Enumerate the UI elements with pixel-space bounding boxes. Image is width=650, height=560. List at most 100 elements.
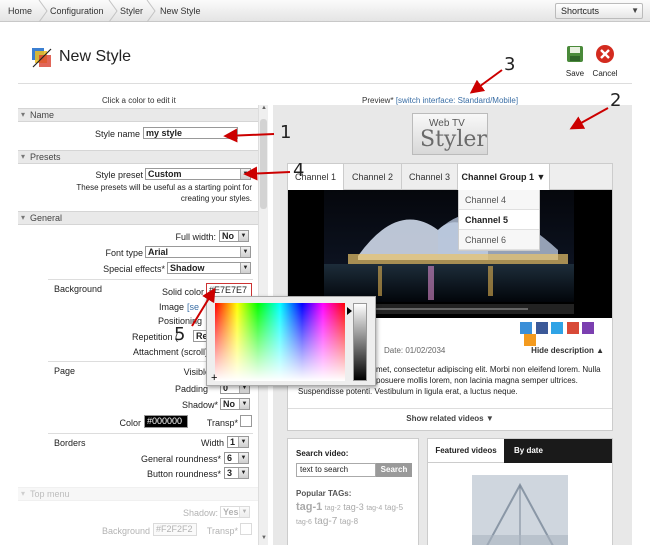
section-general-header[interactable]: General <box>18 211 258 225</box>
callout-number-3: 3 <box>504 54 516 75</box>
logo-big-text: Styler <box>420 127 487 152</box>
cancel-icon <box>596 45 614 63</box>
breadcrumb-bar: Home Configuration Styler New Style Shor… <box>0 0 650 22</box>
scrollbar-thumb[interactable] <box>260 119 267 209</box>
general-roundness-label: General roundness* <box>140 454 221 464</box>
solid-color-input[interactable]: #E7E7E7 <box>206 283 252 297</box>
page-padding-label: Padding <box>174 384 208 394</box>
dropdown-channel-6[interactable]: Channel 6 <box>459 230 539 250</box>
top-menu-transp-checkbox[interactable] <box>240 523 252 535</box>
tag-link[interactable]: tag-2 <box>325 505 341 512</box>
repetition-select[interactable]: Re <box>193 330 208 342</box>
scroll-down-icon[interactable]: ▼ <box>259 535 269 545</box>
page-color-label: Color <box>119 418 141 428</box>
scroll-up-icon[interactable]: ▲ <box>259 105 269 115</box>
color-picker-crosshair-icon[interactable]: + <box>211 373 217 384</box>
chevron-down-icon: ▼ <box>239 507 249 517</box>
breadcrumb-home[interactable]: Home <box>8 0 32 22</box>
page-header: New Style Save Cancel <box>18 38 632 84</box>
tag-link[interactable]: tag-8 <box>340 517 358 526</box>
font-type-label: Font type <box>105 248 143 258</box>
chevron-down-icon: ▼ <box>238 231 248 241</box>
image-select-link[interactable]: [se <box>187 302 199 312</box>
tag-link[interactable]: tag-4 <box>366 505 382 512</box>
tag-link[interactable]: tag-1 <box>296 501 322 513</box>
chevron-down-icon: ▼ <box>631 6 639 15</box>
email-share-icon[interactable] <box>520 322 532 334</box>
presets-help-line2: creating your styles. <box>180 194 252 203</box>
style-name-input[interactable]: my style <box>143 127 238 139</box>
search-video-input[interactable]: text to search <box>296 463 376 477</box>
cancel-button[interactable]: Cancel <box>591 44 619 78</box>
chevron-down-icon: ▼ <box>240 263 250 273</box>
font-type-select[interactable]: Arial ▼ <box>145 246 251 258</box>
rss-icon[interactable] <box>524 334 536 346</box>
twitter-share-icon[interactable] <box>551 322 564 334</box>
dropdown-channel-5[interactable]: Channel 5 <box>459 210 539 230</box>
search-video-button[interactable]: Search <box>376 463 412 477</box>
color-picker-popup[interactable]: + <box>206 296 376 386</box>
section-name-header[interactable]: Name <box>18 108 258 122</box>
breadcrumb-configuration[interactable]: Configuration <box>50 0 104 22</box>
top-menu-shadow-select[interactable]: Yes ▼ <box>220 506 250 518</box>
tab-featured-videos[interactable]: Featured videos <box>428 439 504 463</box>
page-shadow-select[interactable]: No ▼ <box>220 398 250 410</box>
tag-link[interactable]: tag-7 <box>314 516 337 527</box>
page-transp-checkbox[interactable] <box>240 415 252 427</box>
lightness-indicator-icon[interactable] <box>347 307 352 315</box>
top-menu-transp-label: Transp* <box>206 526 238 536</box>
tag-link[interactable]: tag-6 <box>296 519 312 526</box>
show-related-videos-button[interactable]: Show related videos ▼ <box>288 408 612 430</box>
style-name-label: Style name <box>94 129 140 139</box>
dropdown-channel-4[interactable]: Channel 4 <box>459 190 539 210</box>
button-roundness-select[interactable]: 3 ▼ <box>224 467 249 479</box>
switch-interface-link[interactable]: [switch interface: Standard/Mobile] <box>396 96 518 105</box>
tab-channel-3[interactable]: Channel 3 <box>402 164 458 190</box>
chevron-down-icon: ▼ <box>240 247 250 257</box>
facebook-share-icon[interactable] <box>535 322 548 334</box>
style-preset-select[interactable]: Custom ▼ <box>145 168 251 180</box>
breadcrumb-separator-icon <box>38 0 48 22</box>
left-hint: Click a color to edit it <box>102 96 176 105</box>
borders-width-select[interactable]: 1 ▼ <box>227 436 249 448</box>
social-share-bar <box>520 322 600 346</box>
background-group-title: Background <box>54 284 103 294</box>
special-effects-select[interactable]: Shadow ▼ <box>167 262 251 274</box>
font-type-value: Arial <box>148 247 169 257</box>
callout-number-2: 2 <box>610 90 622 111</box>
page-color-input[interactable]: #000000 <box>144 415 188 428</box>
tag-cloud: tag-1 tag-2 tag-3 tag-4 tag-5 tag-6 tag-… <box>296 501 414 529</box>
color-picker-hue-saturation[interactable] <box>215 303 345 381</box>
style-preset-value: Custom <box>148 169 182 179</box>
yahoo-share-icon[interactable] <box>582 322 595 334</box>
tab-channel-2[interactable]: Channel 2 <box>344 164 402 190</box>
featured-thumbnail-image[interactable] <box>472 475 568 545</box>
preview-title: Preview* <box>362 96 394 105</box>
tab-channel-group-1[interactable]: Channel Group 1 ▼ <box>458 164 550 190</box>
shortcuts-dropdown[interactable]: Shortcuts ▼ <box>555 3 643 19</box>
hide-description-link[interactable]: Hide description ▲ <box>531 346 604 355</box>
chevron-down-icon: ▼ <box>240 169 250 179</box>
page-shadow-label: Shadow* <box>181 400 218 410</box>
top-menu-background-label: Background <box>101 526 150 536</box>
section-top-menu-header[interactable]: Top menu <box>18 487 258 501</box>
callout-number-4: 4 <box>293 160 305 181</box>
tag-link[interactable]: tag-5 <box>385 503 403 512</box>
tab-by-date[interactable]: By date <box>504 439 612 463</box>
tag-link[interactable]: tag-3 <box>343 502 364 512</box>
section-presets-header[interactable]: Presets <box>18 150 258 164</box>
callout-number-1: 1 <box>280 122 292 143</box>
channel-group-dropdown: Channel 4 Channel 5 Channel 6 <box>458 190 540 251</box>
full-width-select[interactable]: No ▼ <box>219 230 249 242</box>
google-share-icon[interactable] <box>566 322 579 334</box>
general-roundness-select[interactable]: 6 ▼ <box>224 452 249 464</box>
top-menu-shadow-label: Shadow: <box>182 508 218 518</box>
page-group-title: Page <box>54 366 76 376</box>
save-button[interactable]: Save <box>561 44 589 78</box>
top-menu-background-input[interactable]: #F2F2F2 <box>153 523 197 536</box>
callout-number-5: 5 <box>174 324 186 345</box>
page-shadow-value: No <box>223 399 235 409</box>
breadcrumb-styler[interactable]: Styler <box>120 0 143 22</box>
color-picker-lightness-slider[interactable] <box>353 303 367 381</box>
desc-line-3: Suspendisse potenti. Vestibulum in ligul… <box>298 387 518 396</box>
